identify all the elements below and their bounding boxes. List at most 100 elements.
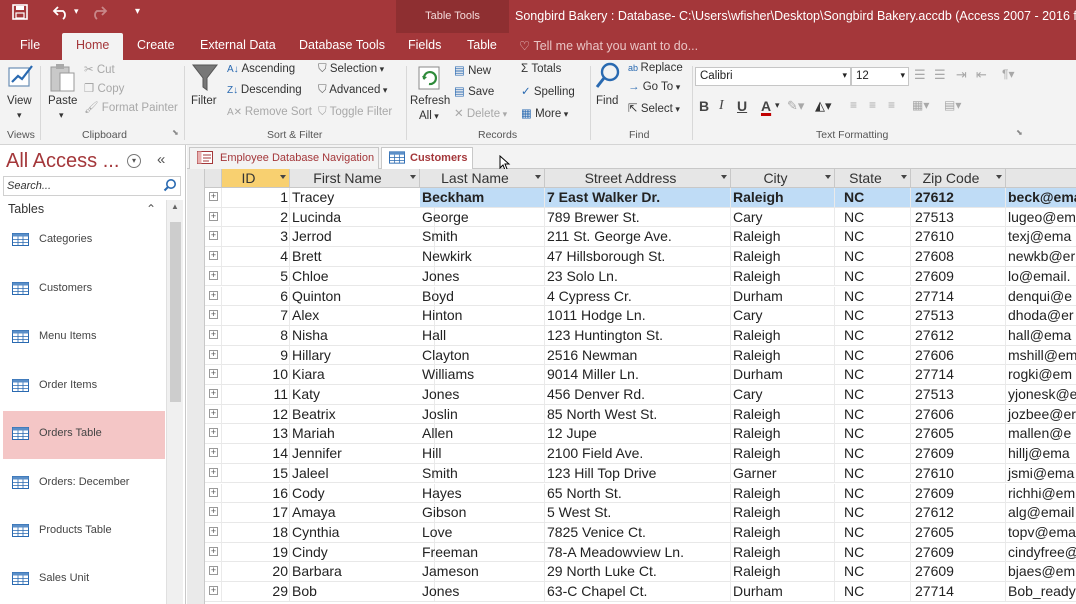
table-cell-state[interactable]: NC <box>835 463 911 483</box>
expand-plus-icon[interactable]: + <box>209 310 218 320</box>
table-cell-state[interactable]: NC <box>835 385 911 404</box>
table-cell-last[interactable]: Freeman <box>420 542 545 562</box>
table-cell-id[interactable]: 12 <box>222 404 290 424</box>
find-button[interactable]: Find <box>596 95 618 107</box>
table-row[interactable]: +5 Chloe Jones 23 Solo Ln. Raleigh NC 27609 lo@… <box>205 266 1076 287</box>
table-cell-zip[interactable]: 27606 <box>911 404 1006 424</box>
delete-record-button[interactable]: ✕ Delete ▾ <box>454 106 507 120</box>
table-cell-city[interactable]: Raleigh <box>731 404 835 424</box>
table-cell-email[interactable]: texj@ema <box>1006 227 1076 246</box>
table-cell-city[interactable]: Raleigh <box>731 345 835 365</box>
table-cell-id[interactable]: 3 <box>222 227 290 247</box>
highlight-icon[interactable]: ✎▾ <box>787 98 804 114</box>
doctab-customers[interactable]: Customers <box>381 147 473 170</box>
table-cell-id[interactable]: 15 <box>222 463 290 483</box>
nav-scrollbar-thumb[interactable] <box>170 222 181 402</box>
column-header-email[interactable] <box>1006 169 1076 188</box>
table-cell-last[interactable]: Beckham <box>420 188 545 207</box>
table-cell-first[interactable]: Tracey <box>290 188 435 207</box>
paragraph-direction-icon[interactable]: ¶▾ <box>1002 67 1014 81</box>
table-cell-last[interactable]: Smith <box>420 463 545 483</box>
table-row[interactable]: +2 Lucinda George 789 Brewer St. Cary NC 27513… <box>205 207 1076 228</box>
table-cell-first[interactable]: Mariah <box>290 424 435 444</box>
paste-dropdown-icon[interactable]: ▾ <box>59 110 64 121</box>
table-row[interactable]: +11 Katy Jones 456 Denver Rd. Cary NC 27513 yjo… <box>205 385 1076 405</box>
nav-item-order-items[interactable]: Order Items <box>3 363 165 411</box>
table-cell-id[interactable]: 7 <box>222 306 290 326</box>
table-cell-zip[interactable]: 27605 <box>911 522 1006 542</box>
column-dropdown-icon[interactable] <box>280 175 286 179</box>
table-cell-last[interactable]: Love <box>420 522 545 542</box>
table-cell-last[interactable]: Newkirk <box>420 247 545 267</box>
table-cell-city[interactable]: Garner <box>731 463 835 483</box>
table-cell-street[interactable]: 85 North West St. <box>545 404 731 424</box>
tab-home[interactable]: Home <box>62 33 124 60</box>
table-cell-id[interactable]: 1 <box>222 188 290 207</box>
refresh-all-button[interactable]: Refresh <box>410 95 450 107</box>
table-cell-zip[interactable]: 27610 <box>911 463 1006 483</box>
spelling-button[interactable]: ✓ Spelling <box>521 84 575 98</box>
table-cell-zip[interactable]: 27714 <box>911 286 1006 306</box>
table-cell-id[interactable]: 2 <box>222 207 290 227</box>
column-header-last-name[interactable]: Last Name <box>420 169 545 188</box>
table-cell-state[interactable]: NC <box>835 266 911 286</box>
table-cell-zip[interactable]: 27612 <box>911 325 1006 345</box>
tab-external-data[interactable]: External Data <box>200 38 276 52</box>
table-cell-street[interactable]: 123 Huntington St. <box>545 325 731 345</box>
new-record-button[interactable]: ▤ New <box>454 63 491 77</box>
nav-item-products-table[interactable]: Products Table <box>3 508 165 556</box>
expand-plus-icon[interactable]: + <box>209 211 218 221</box>
table-cell-last[interactable]: Jones <box>420 266 545 286</box>
table-cell-state[interactable]: NC <box>835 207 911 227</box>
collapse-nav-icon[interactable]: « <box>157 151 165 168</box>
table-cell-zip[interactable]: 27714 <box>911 365 1006 385</box>
table-cell-city[interactable]: Durham <box>731 286 835 306</box>
table-cell-first[interactable]: Lucinda <box>290 207 435 227</box>
table-cell-first[interactable]: Chloe <box>290 266 435 286</box>
table-cell-state[interactable]: NC <box>835 444 911 464</box>
copy-button[interactable]: ❐ Copy <box>84 81 124 95</box>
table-cell-street[interactable]: 456 Denver Rd. <box>545 385 731 404</box>
remove-sort-button[interactable]: A✕ Remove Sort <box>227 106 312 118</box>
table-cell-zip[interactable]: 27609 <box>911 444 1006 464</box>
table-cell-city[interactable]: Raleigh <box>731 188 835 207</box>
table-row[interactable]: +16 Cody Hayes 65 North St. Raleigh NC 27609 ri… <box>205 483 1076 504</box>
table-row[interactable]: +9 Hillary Clayton 2516 Newman Raleigh NC 2760… <box>205 345 1076 366</box>
table-cell-state[interactable]: NC <box>835 227 911 247</box>
advanced-button[interactable]: ⛉ Advanced ▾ <box>318 84 387 97</box>
column-header-zip-code[interactable]: Zip Code <box>911 169 1006 188</box>
table-cell-zip[interactable]: 27612 <box>911 188 1006 207</box>
table-cell-first[interactable]: Hillary <box>290 345 435 365</box>
column-dropdown-icon[interactable] <box>825 175 831 179</box>
customize-qat-icon[interactable]: ▾ <box>135 6 140 17</box>
table-cell-state[interactable]: NC <box>835 325 911 345</box>
table-row[interactable]: +8 Nisha Hall 123 Huntington St. Raleigh NC 27… <box>205 325 1076 346</box>
filter-icon[interactable] <box>191 63 219 98</box>
table-cell-street[interactable]: 78-A Meadowview Ln. <box>545 542 731 562</box>
refresh-all-label[interactable]: All ▾ <box>419 110 439 122</box>
outdent-icon[interactable]: ⇤ <box>976 67 987 83</box>
table-row[interactable]: +19 Cindy Freeman 78-A Meadowview Ln. Raleig… <box>205 542 1076 563</box>
bold-button[interactable]: B <box>699 98 709 114</box>
table-cell-state[interactable]: NC <box>835 345 911 365</box>
collapse-section-icon[interactable]: ⌃ <box>146 202 156 216</box>
table-cell-last[interactable]: Hinton <box>420 306 545 326</box>
table-cell-id[interactable]: 19 <box>222 542 290 562</box>
numbering-icon[interactable]: ☰ <box>934 67 946 83</box>
nav-item-categories[interactable]: Categories <box>3 217 165 265</box>
table-cell-id[interactable]: 20 <box>222 562 290 582</box>
table-cell-last[interactable]: Hall <box>420 325 545 345</box>
expand-plus-icon[interactable]: + <box>209 467 218 477</box>
doctab-employee-database-navigation[interactable]: Employee Database Navigation <box>189 147 379 169</box>
gridlines-icon[interactable]: ▦▾ <box>912 98 929 112</box>
table-cell-first[interactable]: Cynthia <box>290 522 435 542</box>
indent-icon[interactable]: ⇥ <box>956 67 967 83</box>
table-cell-city[interactable]: Raleigh <box>731 227 835 247</box>
table-cell-last[interactable]: Hill <box>420 444 545 464</box>
table-row[interactable]: +13 Mariah Allen 12 Jupe Raleigh NC 27605 malle… <box>205 424 1076 445</box>
table-cell-street[interactable]: 29 North Luke Ct. <box>545 562 731 582</box>
table-cell-email[interactable]: hall@ema <box>1006 326 1076 345</box>
table-cell-street[interactable]: 2100 Field Ave. <box>545 444 731 464</box>
table-cell-state[interactable]: NC <box>835 286 911 306</box>
table-cell-last[interactable]: Clayton <box>420 345 545 365</box>
